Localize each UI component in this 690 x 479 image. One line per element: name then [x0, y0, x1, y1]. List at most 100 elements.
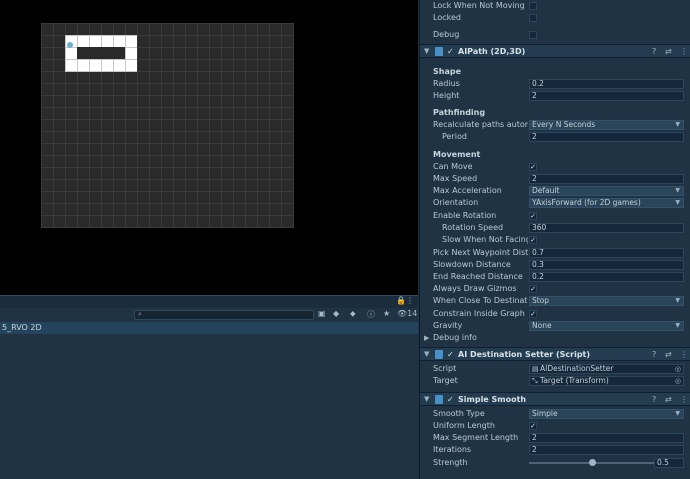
- script-file-icon: ▤: [532, 365, 539, 373]
- help-icon[interactable]: ?: [652, 393, 656, 406]
- recalculate-dropdown[interactable]: Every N Seconds ▼: [529, 120, 684, 130]
- chevron-down-icon: ▼: [675, 297, 680, 304]
- help-icon[interactable]: ?: [652, 348, 656, 361]
- smooth-type-dropdown[interactable]: Simple ▼: [529, 409, 684, 419]
- section-header-movement: Movement: [433, 150, 481, 159]
- scene-filter-icon[interactable]: ▣: [318, 309, 326, 318]
- dropdown-value: Every N Seconds: [532, 120, 596, 129]
- chevron-down-icon: ▼: [675, 121, 680, 128]
- locked-checkbox[interactable]: [529, 14, 537, 22]
- max-speed-field[interactable]: 2: [529, 174, 684, 184]
- rotation-speed-row: Rotation Speed 360: [420, 222, 690, 234]
- iterations-field[interactable]: 2: [529, 445, 684, 455]
- end-reached-distance-row: End Reached Distance 0.2: [420, 271, 690, 283]
- object-picker-icon[interactable]: ◎: [675, 365, 681, 373]
- period-field[interactable]: 2: [529, 132, 684, 142]
- lock-icon[interactable]: 🔒: [396, 296, 406, 305]
- locked-row: Locked: [420, 12, 690, 24]
- lock-when-not-moving-checkbox[interactable]: [529, 2, 537, 10]
- info-icon[interactable]: ⓘ: [367, 309, 375, 320]
- height-field[interactable]: 2: [529, 91, 684, 101]
- field-label: Always Draw Gizmos: [433, 284, 517, 293]
- visibility-count[interactable]: 👁14: [397, 309, 417, 318]
- component-enabled-checkbox[interactable]: ✓: [447, 45, 454, 58]
- strength-slider[interactable]: [529, 459, 654, 466]
- simple-smooth-component-header[interactable]: ▼ ✓ Simple Smooth ? ⇄ ⋮: [420, 392, 690, 406]
- radius-row: Radius 0.2: [420, 78, 690, 90]
- when-close-dropdown[interactable]: Stop ▼: [529, 296, 684, 306]
- field-label: Debug info: [433, 333, 477, 342]
- component-enabled-checkbox[interactable]: ✓: [447, 348, 454, 361]
- menu-icon[interactable]: ⋮: [680, 45, 688, 58]
- height-row: Height 2: [420, 90, 690, 102]
- rotation-speed-field[interactable]: 360: [529, 223, 684, 233]
- chevron-down-icon[interactable]: ▼: [424, 393, 429, 406]
- always-draw-gizmos-checkbox[interactable]: ✓: [529, 285, 537, 293]
- menu-icon[interactable]: ⋮: [680, 348, 688, 361]
- field-label: Script: [433, 364, 457, 373]
- transform-icon: ⤡: [532, 377, 538, 385]
- type-filter-icon[interactable]: ◆: [333, 309, 339, 318]
- chevron-down-icon[interactable]: ▼: [424, 45, 429, 58]
- field-label: Constrain Inside Graph: [433, 309, 525, 318]
- search-icon: ⌕: [138, 310, 142, 318]
- gravity-dropdown[interactable]: None ▼: [529, 321, 684, 331]
- dropdown-value: None: [532, 321, 552, 330]
- max-acceleration-row: Max Acceleration Default ▼: [420, 185, 690, 197]
- inspector-panel: Lock When Not Moving Locked Debug ▼ ✓ AI…: [419, 0, 690, 479]
- max-segment-length-field[interactable]: 2: [529, 433, 684, 443]
- uniform-length-row: Uniform Length ✓: [420, 420, 690, 432]
- slider-handle[interactable]: [588, 459, 596, 466]
- chevron-down-icon[interactable]: ▼: [424, 348, 429, 361]
- smooth-type-row: Smooth Type Simple ▼: [420, 408, 690, 420]
- field-label: Debug: [433, 30, 460, 39]
- max-speed-row: Max Speed 2: [420, 173, 690, 185]
- label-filter-icon[interactable]: ⬥: [350, 309, 356, 319]
- gravity-row: Gravity None ▼: [420, 320, 690, 332]
- constrain-inside-graph-checkbox[interactable]: ✓: [529, 310, 537, 318]
- strength-field[interactable]: 0.5: [654, 458, 684, 468]
- preset-icon[interactable]: ⇄: [665, 45, 672, 58]
- uniform-length-checkbox[interactable]: ✓: [529, 422, 537, 430]
- max-acceleration-dropdown[interactable]: Default ▼: [529, 186, 684, 196]
- script-object-field[interactable]: ▤ AIDestinationSetter ◎: [529, 364, 684, 374]
- star-icon[interactable]: ★: [383, 309, 390, 318]
- menu-icon[interactable]: ⋮: [406, 296, 414, 305]
- aipath-component-header[interactable]: ▼ ✓ AIPath (2D,3D) ? ⇄ ⋮: [420, 44, 690, 58]
- orientation-dropdown[interactable]: YAxisForward (for 2D games) ▼: [529, 198, 684, 208]
- menu-icon[interactable]: ⋮: [680, 393, 688, 406]
- can-move-checkbox[interactable]: ✓: [529, 163, 537, 171]
- end-reached-distance-field[interactable]: 0.2: [529, 272, 684, 282]
- enable-rotation-checkbox[interactable]: ✓: [529, 212, 537, 220]
- preset-icon[interactable]: ⇄: [665, 393, 672, 406]
- target-object-field[interactable]: ⤡ Target (Transform) ◎: [529, 376, 684, 386]
- debug-info-foldout[interactable]: ▶ Debug info: [420, 332, 690, 344]
- field-label: Uniform Length: [433, 421, 495, 430]
- preset-icon[interactable]: ⇄: [665, 348, 672, 361]
- field-label: Period: [442, 132, 467, 141]
- debug-checkbox[interactable]: [529, 31, 537, 39]
- constrain-inside-graph-row: Constrain Inside Graph ✓: [420, 308, 690, 320]
- help-icon[interactable]: ?: [652, 45, 656, 58]
- search-input[interactable]: ⌕: [134, 310, 314, 320]
- chevron-right-icon: ▶: [424, 334, 430, 342]
- section-header-pathfinding: Pathfinding: [433, 108, 486, 117]
- pick-next-waypoint-field[interactable]: 0.7: [529, 248, 684, 258]
- scene-view[interactable]: [0, 0, 418, 295]
- object-picker-icon[interactable]: ◎: [675, 377, 681, 385]
- slowdown-distance-field[interactable]: 0.3: [529, 260, 684, 270]
- destination-setter-component-header[interactable]: ▼ ✓ AI Destination Setter (Script) ? ⇄ ⋮: [420, 347, 690, 361]
- hierarchy-item[interactable]: 5_RVO 2D: [0, 322, 418, 334]
- field-label: Strength: [433, 458, 468, 467]
- object-value: AIDestinationSetter: [540, 364, 614, 373]
- slow-when-not-facing-checkbox[interactable]: ✓: [529, 236, 537, 244]
- hierarchy-item-label: 5_RVO 2D: [2, 323, 42, 332]
- field-label: Smooth Type: [433, 409, 485, 418]
- section-header-shape: Shape: [433, 67, 462, 76]
- field-label: End Reached Distance: [433, 272, 523, 281]
- agent-marker[interactable]: [67, 42, 73, 48]
- hierarchy-panel: 🔒 ⋮ ⌕ ▣ ◆ ⬥ ⓘ ★ 👁14 5_RVO 2D: [0, 295, 418, 479]
- component-enabled-checkbox[interactable]: ✓: [447, 393, 454, 406]
- radius-field[interactable]: 0.2: [529, 79, 684, 89]
- field-label: Slow When Not Facing Ta: [442, 235, 528, 244]
